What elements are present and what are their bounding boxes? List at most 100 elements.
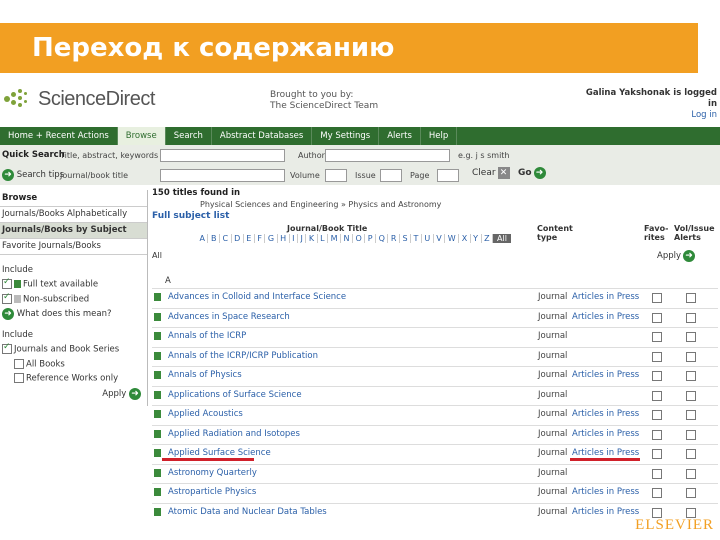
letter-link[interactable]: S	[400, 234, 412, 243]
articles-in-press-link[interactable]: Articles in Press	[572, 409, 639, 419]
letter-link[interactable]: L	[318, 234, 329, 243]
nav-tab-my-settings[interactable]: My Settings	[312, 127, 380, 145]
journal-title-link[interactable]: Atomic Data and Nuclear Data Tables	[168, 507, 327, 517]
author-input[interactable]	[325, 149, 450, 162]
go-button[interactable]: Go ➜	[518, 167, 546, 179]
letter-link[interactable]: F	[255, 234, 266, 243]
alert-checkbox[interactable]	[686, 429, 696, 440]
journal-title-link[interactable]: Astronomy Quarterly	[168, 468, 257, 478]
favorite-checkbox[interactable]	[652, 332, 662, 342]
letter-link[interactable]: J	[298, 234, 307, 243]
journal-title-link[interactable]: Applied Radiation and Isotopes	[168, 429, 300, 439]
articles-in-press-link[interactable]: Articles in Press	[572, 312, 639, 322]
favorite-checkbox[interactable]	[652, 293, 662, 303]
articles-in-press-link[interactable]: Articles in Press	[572, 507, 639, 517]
journal-title-link[interactable]: Annals of the ICRP	[168, 331, 246, 341]
favorite-checkbox[interactable]	[652, 468, 662, 479]
letter-link[interactable]: U	[422, 234, 434, 243]
letter-link[interactable]: H	[278, 234, 290, 243]
articles-in-press-link[interactable]: Articles in Press	[572, 370, 639, 380]
letter-link[interactable]: I	[290, 234, 298, 243]
letter-link[interactable]: Y	[471, 234, 482, 243]
alert-checkbox[interactable]	[686, 488, 696, 498]
title-abstract-input[interactable]	[160, 149, 285, 162]
letter-link[interactable]: X	[459, 234, 471, 243]
articles-in-press-link[interactable]: Articles in Press	[572, 429, 639, 439]
letter-link[interactable]: W	[445, 234, 460, 243]
nav-tab-home[interactable]: Home + Recent Actions	[0, 127, 118, 145]
alert-checkbox[interactable]	[686, 293, 696, 303]
nav-tab-browse[interactable]: Browse	[117, 127, 166, 145]
alert-checkbox[interactable]	[686, 351, 696, 362]
checkbox-all-books[interactable]	[14, 358, 24, 369]
letter-link[interactable]: D	[232, 234, 244, 243]
journal-title-link[interactable]: Applications of Surface Science	[168, 390, 302, 400]
letter-link[interactable]: N	[341, 234, 353, 243]
include-non-subscribed[interactable]: Non-subscribed	[0, 292, 147, 307]
letter-link[interactable]: B	[208, 234, 220, 243]
sidebar-item-favorites[interactable]: Favorite Journals/Books	[0, 238, 147, 255]
journal-title-link[interactable]: Applied Acoustics	[168, 409, 243, 419]
sidebar-item-alphabetical[interactable]: Journals/Books Alphabetically	[0, 206, 147, 222]
search-tips-link[interactable]: ➜ Search tips	[2, 169, 64, 181]
checkbox-reference-works[interactable]	[14, 373, 24, 383]
letter-link[interactable]: C	[220, 234, 232, 243]
login-link[interactable]: Log in	[577, 110, 717, 121]
checkbox-non-subscribed[interactable]	[2, 292, 12, 304]
favorite-checkbox[interactable]	[652, 312, 662, 323]
journal-title-link[interactable]: Applied Surface Science	[168, 448, 271, 458]
letter-link[interactable]: V	[434, 234, 446, 243]
favorite-checkbox[interactable]	[652, 507, 662, 518]
alert-checkbox[interactable]	[686, 449, 696, 459]
letter-link[interactable]: P	[365, 234, 377, 243]
sciencedirect-logo[interactable]: ScienceDirect	[2, 84, 155, 114]
full-subject-list-link[interactable]: Full subject list	[152, 211, 229, 221]
favorite-checkbox[interactable]	[652, 488, 662, 498]
sidebar-item-by-subject[interactable]: Journals/Books by Subject	[0, 222, 147, 238]
nav-tab-alerts[interactable]: Alerts	[379, 127, 421, 145]
issue-input[interactable]	[380, 169, 402, 182]
alert-checkbox[interactable]	[686, 390, 696, 401]
favorite-checkbox[interactable]	[652, 351, 662, 362]
alert-checkbox[interactable]	[686, 410, 696, 420]
volume-input[interactable]	[325, 169, 347, 182]
favorite-checkbox[interactable]	[652, 449, 662, 459]
include-all-books[interactable]: All Books	[0, 357, 147, 372]
alert-checkbox[interactable]	[686, 468, 696, 479]
apply-button[interactable]: Apply ➜	[657, 250, 695, 262]
letter-link[interactable]: Z	[482, 234, 494, 243]
page-input[interactable]	[437, 169, 459, 182]
letter-link[interactable]: M	[328, 234, 341, 243]
letter-link[interactable]: G	[265, 234, 278, 243]
journal-title-link[interactable]: Astroparticle Physics	[168, 487, 256, 497]
articles-in-press-link[interactable]: Articles in Press	[572, 487, 639, 497]
letter-link[interactable]: Q	[376, 234, 389, 243]
checkbox-full-text[interactable]	[2, 277, 12, 289]
favorite-checkbox[interactable]	[652, 410, 662, 420]
alert-checkbox[interactable]	[686, 312, 696, 323]
articles-in-press-link[interactable]: Articles in Press	[572, 292, 639, 302]
nav-tab-help[interactable]: Help	[421, 127, 458, 145]
journal-title-link[interactable]: Advances in Colloid and Interface Scienc…	[168, 292, 346, 302]
letter-all-button[interactable]: All	[493, 234, 511, 243]
favorite-checkbox[interactable]	[652, 371, 662, 381]
journal-title-input[interactable]	[160, 169, 285, 182]
nav-tab-abstract-databases[interactable]: Abstract Databases	[212, 127, 313, 145]
include-reference-works[interactable]: Reference Works only	[0, 371, 147, 386]
journal-title-link[interactable]: Annals of the ICRP/ICRP Publication	[168, 351, 318, 361]
include-full-text[interactable]: Full text available	[0, 277, 147, 292]
letter-link[interactable]: E	[244, 234, 255, 243]
letter-link[interactable]: A	[197, 234, 209, 243]
journal-title-link[interactable]: Annals of Physics	[168, 370, 242, 380]
nav-tab-search[interactable]: Search	[166, 127, 212, 145]
letter-link[interactable]: O	[353, 234, 366, 243]
favorite-checkbox[interactable]	[652, 390, 662, 401]
clear-button[interactable]: Clear ✕	[472, 167, 510, 179]
letter-link[interactable]: R	[388, 234, 400, 243]
include-journals-series[interactable]: Journals and Book Series	[0, 342, 147, 357]
journal-title-link[interactable]: Advances in Space Research	[168, 312, 290, 322]
checkbox-journals-series[interactable]	[2, 342, 12, 354]
alert-checkbox[interactable]	[686, 507, 696, 518]
alert-checkbox[interactable]	[686, 332, 696, 342]
favorite-checkbox[interactable]	[652, 429, 662, 440]
